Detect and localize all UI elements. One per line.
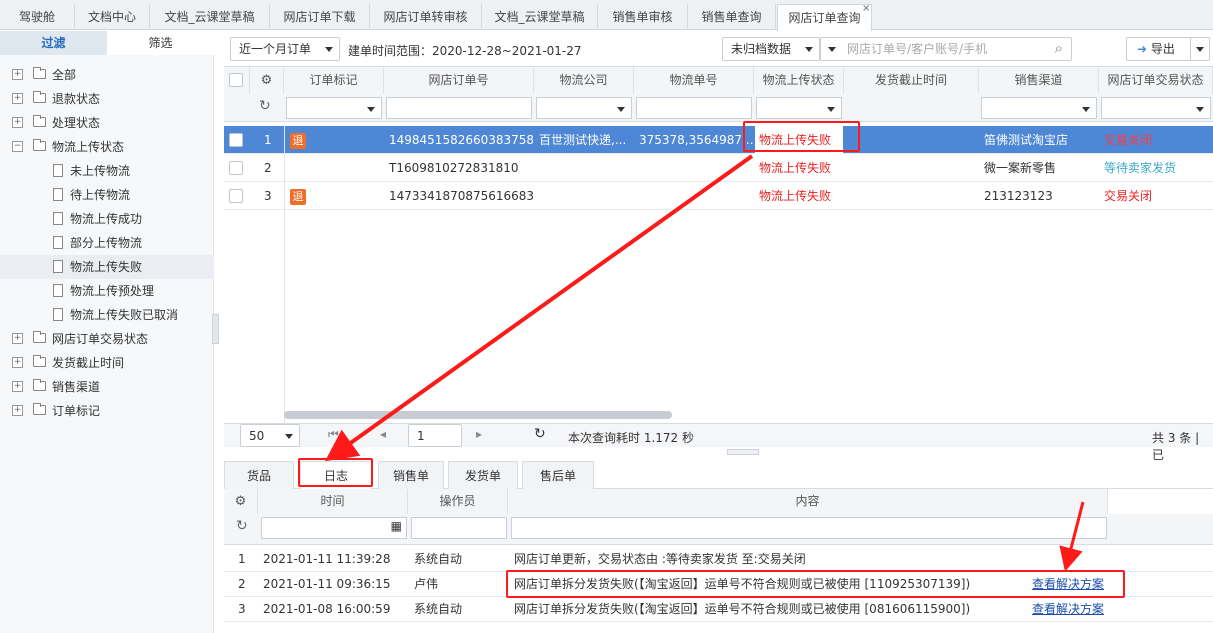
arrow-to-solution-link (1059, 501, 1085, 572)
annotation-arrows (324, 154, 1085, 572)
arrow-to-log-tab (324, 154, 754, 462)
